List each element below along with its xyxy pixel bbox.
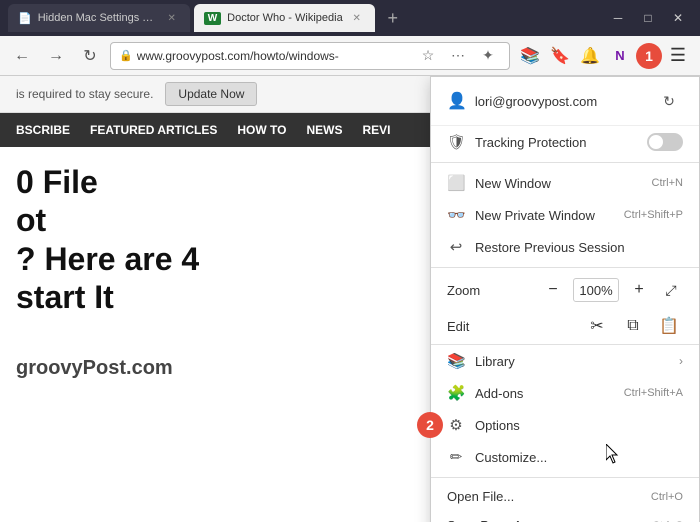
sync-button[interactable]: ↻ <box>655 87 683 115</box>
new-window-icon: ⬜ <box>447 174 465 192</box>
close-button[interactable]: ✕ <box>664 4 692 32</box>
tab-close-1[interactable]: ✕ <box>164 10 180 26</box>
new-window-shortcut: Ctrl+N <box>652 177 683 189</box>
title-bar: 📄 Hidden Mac Settings You Ca... ✕ W Doct… <box>0 0 700 36</box>
url-input[interactable]: 🔒 www.groovypost.com/howto/windows- ☆ ⋯ … <box>110 42 510 70</box>
cut-button[interactable]: ✂ <box>583 312 611 340</box>
ff-menu-item-library[interactable]: 📚 Library › <box>431 345 699 377</box>
pocket-icon[interactable]: ✦ <box>475 43 501 69</box>
new-window-label: New Window <box>475 176 642 191</box>
library-label: Library <box>475 354 669 369</box>
url-actions: ☆ ⋯ ✦ <box>415 43 501 69</box>
nav-featured[interactable]: FEATURED ARTICLES <box>90 123 217 137</box>
ff-menu-email: 👤 lori@groovypost.com <box>447 91 597 111</box>
addons-icon: 🧩 <box>447 384 465 402</box>
nav-news[interactable]: NEWS <box>306 123 342 137</box>
restore-icon: ↩ <box>447 238 465 256</box>
menu-button[interactable]: ☰ <box>664 42 692 70</box>
update-message: is required to stay secure. <box>16 87 153 101</box>
nav-reviews[interactable]: REVI <box>362 123 390 137</box>
url-bar: ← → ↻ 🔒 www.groovypost.com/howto/windows… <box>0 36 700 76</box>
toolbar-icons: 📚 🔖 🔔 N 1 ☰ <box>516 42 692 70</box>
open-file-shortcut: Ctrl+O <box>651 491 683 503</box>
browser-window: 📄 Hidden Mac Settings You Ca... ✕ W Doct… <box>0 0 700 522</box>
ff-edit-row: Edit ✂ ⧉ 📋 <box>431 308 699 345</box>
ff-menu-header: 👤 lori@groovypost.com ↻ <box>431 77 699 126</box>
avatar-icon: 👤 <box>447 91 467 111</box>
divider-1 <box>431 162 699 163</box>
options-icon: ⚙ <box>447 416 465 434</box>
alert-icon[interactable]: 🔔 <box>576 42 604 70</box>
firefox-menu: 👤 lori@groovypost.com ↻ 🛡 Tracking Prote… <box>430 76 700 522</box>
tab-label-2: Doctor Who - Wikipedia <box>227 12 343 24</box>
private-window-icon: 👓 <box>447 206 465 224</box>
page-area: is required to stay secure. Update Now B… <box>0 76 700 522</box>
badge-1[interactable]: 1 <box>636 43 662 69</box>
edit-label: Edit <box>447 319 575 334</box>
tab-doctor-who[interactable]: W Doctor Who - Wikipedia ✕ <box>194 4 375 32</box>
back-button[interactable]: ← <box>8 42 36 70</box>
divider-2 <box>431 267 699 268</box>
ff-menu-item-open-file[interactable]: Open File... Ctrl+O <box>431 482 699 511</box>
onenote-icon[interactable]: N <box>606 42 634 70</box>
library-menu-icon: 📚 <box>447 352 465 370</box>
customize-label: Customize... <box>475 450 683 465</box>
customize-icon: ✏ <box>447 448 465 466</box>
library-icon[interactable]: 📚 <box>516 42 544 70</box>
library-arrow-icon: › <box>679 354 683 368</box>
toggle-knob <box>649 135 663 149</box>
ff-zoom-row: Zoom − 100% + ⤢ <box>431 272 699 308</box>
reader-icon[interactable]: ⋯ <box>445 43 471 69</box>
tab-hidden-mac[interactable]: 📄 Hidden Mac Settings You Ca... ✕ <box>8 4 190 32</box>
zoom-expand-button[interactable]: ⤢ <box>659 278 683 302</box>
addons-label: Add-ons <box>475 386 614 401</box>
restore-label: Restore Previous Session <box>475 240 683 255</box>
open-file-label: Open File... <box>447 489 641 504</box>
zoom-plus-button[interactable]: + <box>627 278 651 302</box>
ff-email-text: lori@groovypost.com <box>475 94 597 109</box>
ff-menu-item-customize[interactable]: ✏ Customize... <box>431 441 699 473</box>
update-now-button[interactable]: Update Now <box>165 82 257 106</box>
divider-3 <box>431 477 699 478</box>
tab-close-2[interactable]: ✕ <box>349 10 365 26</box>
tab-label-1: Hidden Mac Settings You Ca... <box>38 12 158 24</box>
tab-favicon-2: W <box>204 12 221 25</box>
ff-menu-item-restore[interactable]: ↩ Restore Previous Session <box>431 231 699 263</box>
paste-button[interactable]: 📋 <box>655 312 683 340</box>
url-text: www.groovypost.com/howto/windows- <box>137 49 415 63</box>
window-controls: ─ □ ✕ <box>604 4 692 32</box>
tracking-toggle[interactable] <box>647 133 683 151</box>
private-window-shortcut: Ctrl+Shift+P <box>624 209 683 221</box>
forward-button[interactable]: → <box>42 42 70 70</box>
private-window-label: New Private Window <box>475 208 614 223</box>
ff-menu-item-tracking[interactable]: 🛡 Tracking Protection <box>431 126 699 158</box>
shield-icon: 🛡 <box>447 133 465 151</box>
maximize-button[interactable]: □ <box>634 4 662 32</box>
lock-icon: 🔒 <box>119 49 133 62</box>
tracking-label: Tracking Protection <box>475 135 637 150</box>
zoom-minus-button[interactable]: − <box>541 278 565 302</box>
options-label: Options <box>475 418 683 433</box>
zoom-value: 100% <box>573 278 619 302</box>
step-badge-2: 2 <box>417 412 443 438</box>
new-tab-button[interactable]: + <box>379 4 407 32</box>
minimize-button[interactable]: ─ <box>604 4 632 32</box>
refresh-button[interactable]: ↻ <box>76 42 104 70</box>
copy-button[interactable]: ⧉ <box>619 312 647 340</box>
zoom-label: Zoom <box>447 283 533 298</box>
addons-shortcut: Ctrl+Shift+A <box>624 387 683 399</box>
ff-menu-item-addons[interactable]: 🧩 Add-ons Ctrl+Shift+A <box>431 377 699 409</box>
ff-menu-item-private-window[interactable]: 👓 New Private Window Ctrl+Shift+P <box>431 199 699 231</box>
ff-menu-item-new-window[interactable]: ⬜ New Window Ctrl+N <box>431 167 699 199</box>
tab-favicon-1: 📄 <box>18 12 32 25</box>
save-page-label: Save Page As... <box>447 518 642 522</box>
bookmark-star-icon[interactable]: ☆ <box>415 43 441 69</box>
sync-icon[interactable]: 🔖 <box>546 42 574 70</box>
ff-menu-item-save-page[interactable]: Save Page As... Ctrl+S <box>431 511 699 522</box>
nav-howto[interactable]: HOW TO <box>237 123 286 137</box>
nav-subscribe[interactable]: BSCRIBE <box>16 123 70 137</box>
ff-menu-item-options[interactable]: 2 ⚙ Options <box>431 409 699 441</box>
